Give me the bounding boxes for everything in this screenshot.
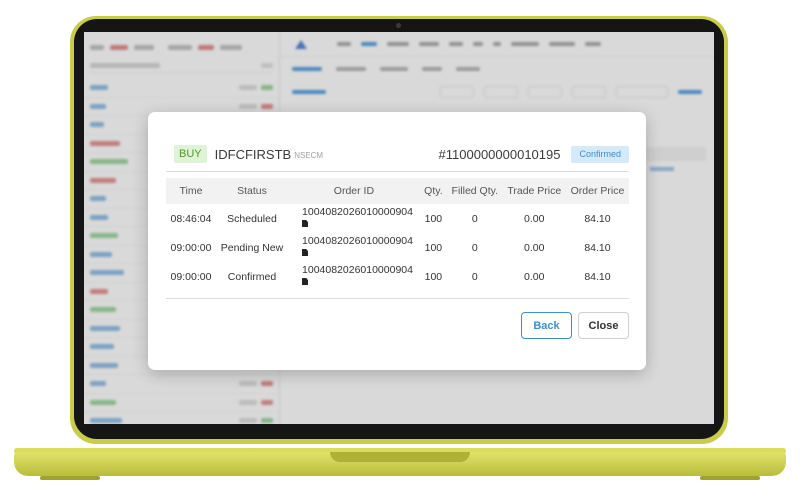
column-header: Trade Price (502, 178, 566, 204)
order-history-modal: BUY IDFCFIRSTB NSECM #1100000000010195 C… (148, 112, 646, 370)
laptop-foot (40, 476, 100, 480)
side-badge: BUY (174, 145, 207, 163)
document-copy-icon[interactable] (302, 249, 309, 256)
camera-icon (396, 23, 401, 28)
filled-qty-cell: 0 (471, 212, 478, 225)
order-price-cell: 84.10 (584, 270, 611, 283)
qty-cell: 100 (424, 212, 443, 225)
order-id-cell: 1004082026010000904 (288, 233, 420, 262)
order-id-text: 1004082026010000904 (302, 206, 413, 218)
column-header: Order ID (288, 178, 420, 204)
laptop-notch (330, 452, 470, 462)
table-row: 09:00:00 Confirmed 1004082026010000904 1… (166, 262, 629, 291)
trade-price-cell: 0.00 (524, 270, 545, 283)
table-row: 09:00:00 Pending New 1004082026010000904… (166, 233, 629, 262)
column-header: Status (215, 178, 289, 204)
back-button[interactable]: Back (521, 312, 572, 339)
order-id-text: 1004082026010000904 (302, 235, 413, 247)
document-copy-icon[interactable] (302, 278, 309, 285)
table-row: 08:46:04 Scheduled 1004082026010000904 1… (166, 204, 629, 233)
column-header: Time (166, 178, 216, 204)
exchange-label: NSECM (294, 151, 324, 160)
document-copy-icon[interactable] (302, 220, 309, 227)
time-cell: 09:00:00 (170, 241, 212, 254)
divider (166, 298, 629, 299)
order-price-cell: 84.10 (584, 212, 611, 225)
order-id-cell: 1004082026010000904 (288, 262, 420, 291)
qty-cell: 100 (424, 241, 443, 254)
order-id-text: 1004082026010000904 (302, 264, 413, 276)
order-id-cell: 1004082026010000904 (288, 204, 420, 233)
status-cell: Confirmed (227, 270, 277, 283)
table-header-row: Time Status Order ID Qty. Filled Qty. Tr… (166, 178, 629, 204)
order-header: BUY IDFCFIRSTB NSECM #1100000000010195 C… (174, 144, 629, 164)
column-header: Order Price (565, 178, 629, 204)
order-price-cell: 84.10 (584, 241, 611, 254)
filled-qty-cell: 0 (471, 270, 478, 283)
close-button[interactable]: Close (578, 312, 629, 339)
filled-qty-cell: 0 (471, 241, 478, 254)
order-number: #1100000000010195 (438, 146, 561, 162)
status-cell: Scheduled (227, 212, 277, 225)
qty-cell: 100 (424, 270, 443, 283)
instrument-symbol: IDFCFIRSTB (214, 146, 292, 162)
order-history-table: Time Status Order ID Qty. Filled Qty. Tr… (166, 178, 629, 291)
status-badge: Confirmed (571, 145, 629, 163)
column-header: Filled Qty. (446, 178, 503, 204)
time-cell: 09:00:00 (170, 270, 212, 283)
trade-price-cell: 0.00 (524, 241, 545, 254)
trade-price-cell: 0.00 (524, 212, 545, 225)
status-cell: Pending New (220, 241, 284, 254)
time-cell: 08:46:04 (170, 212, 212, 225)
divider (166, 171, 629, 172)
laptop-foot (700, 476, 760, 480)
column-header: Qty. (419, 178, 447, 204)
